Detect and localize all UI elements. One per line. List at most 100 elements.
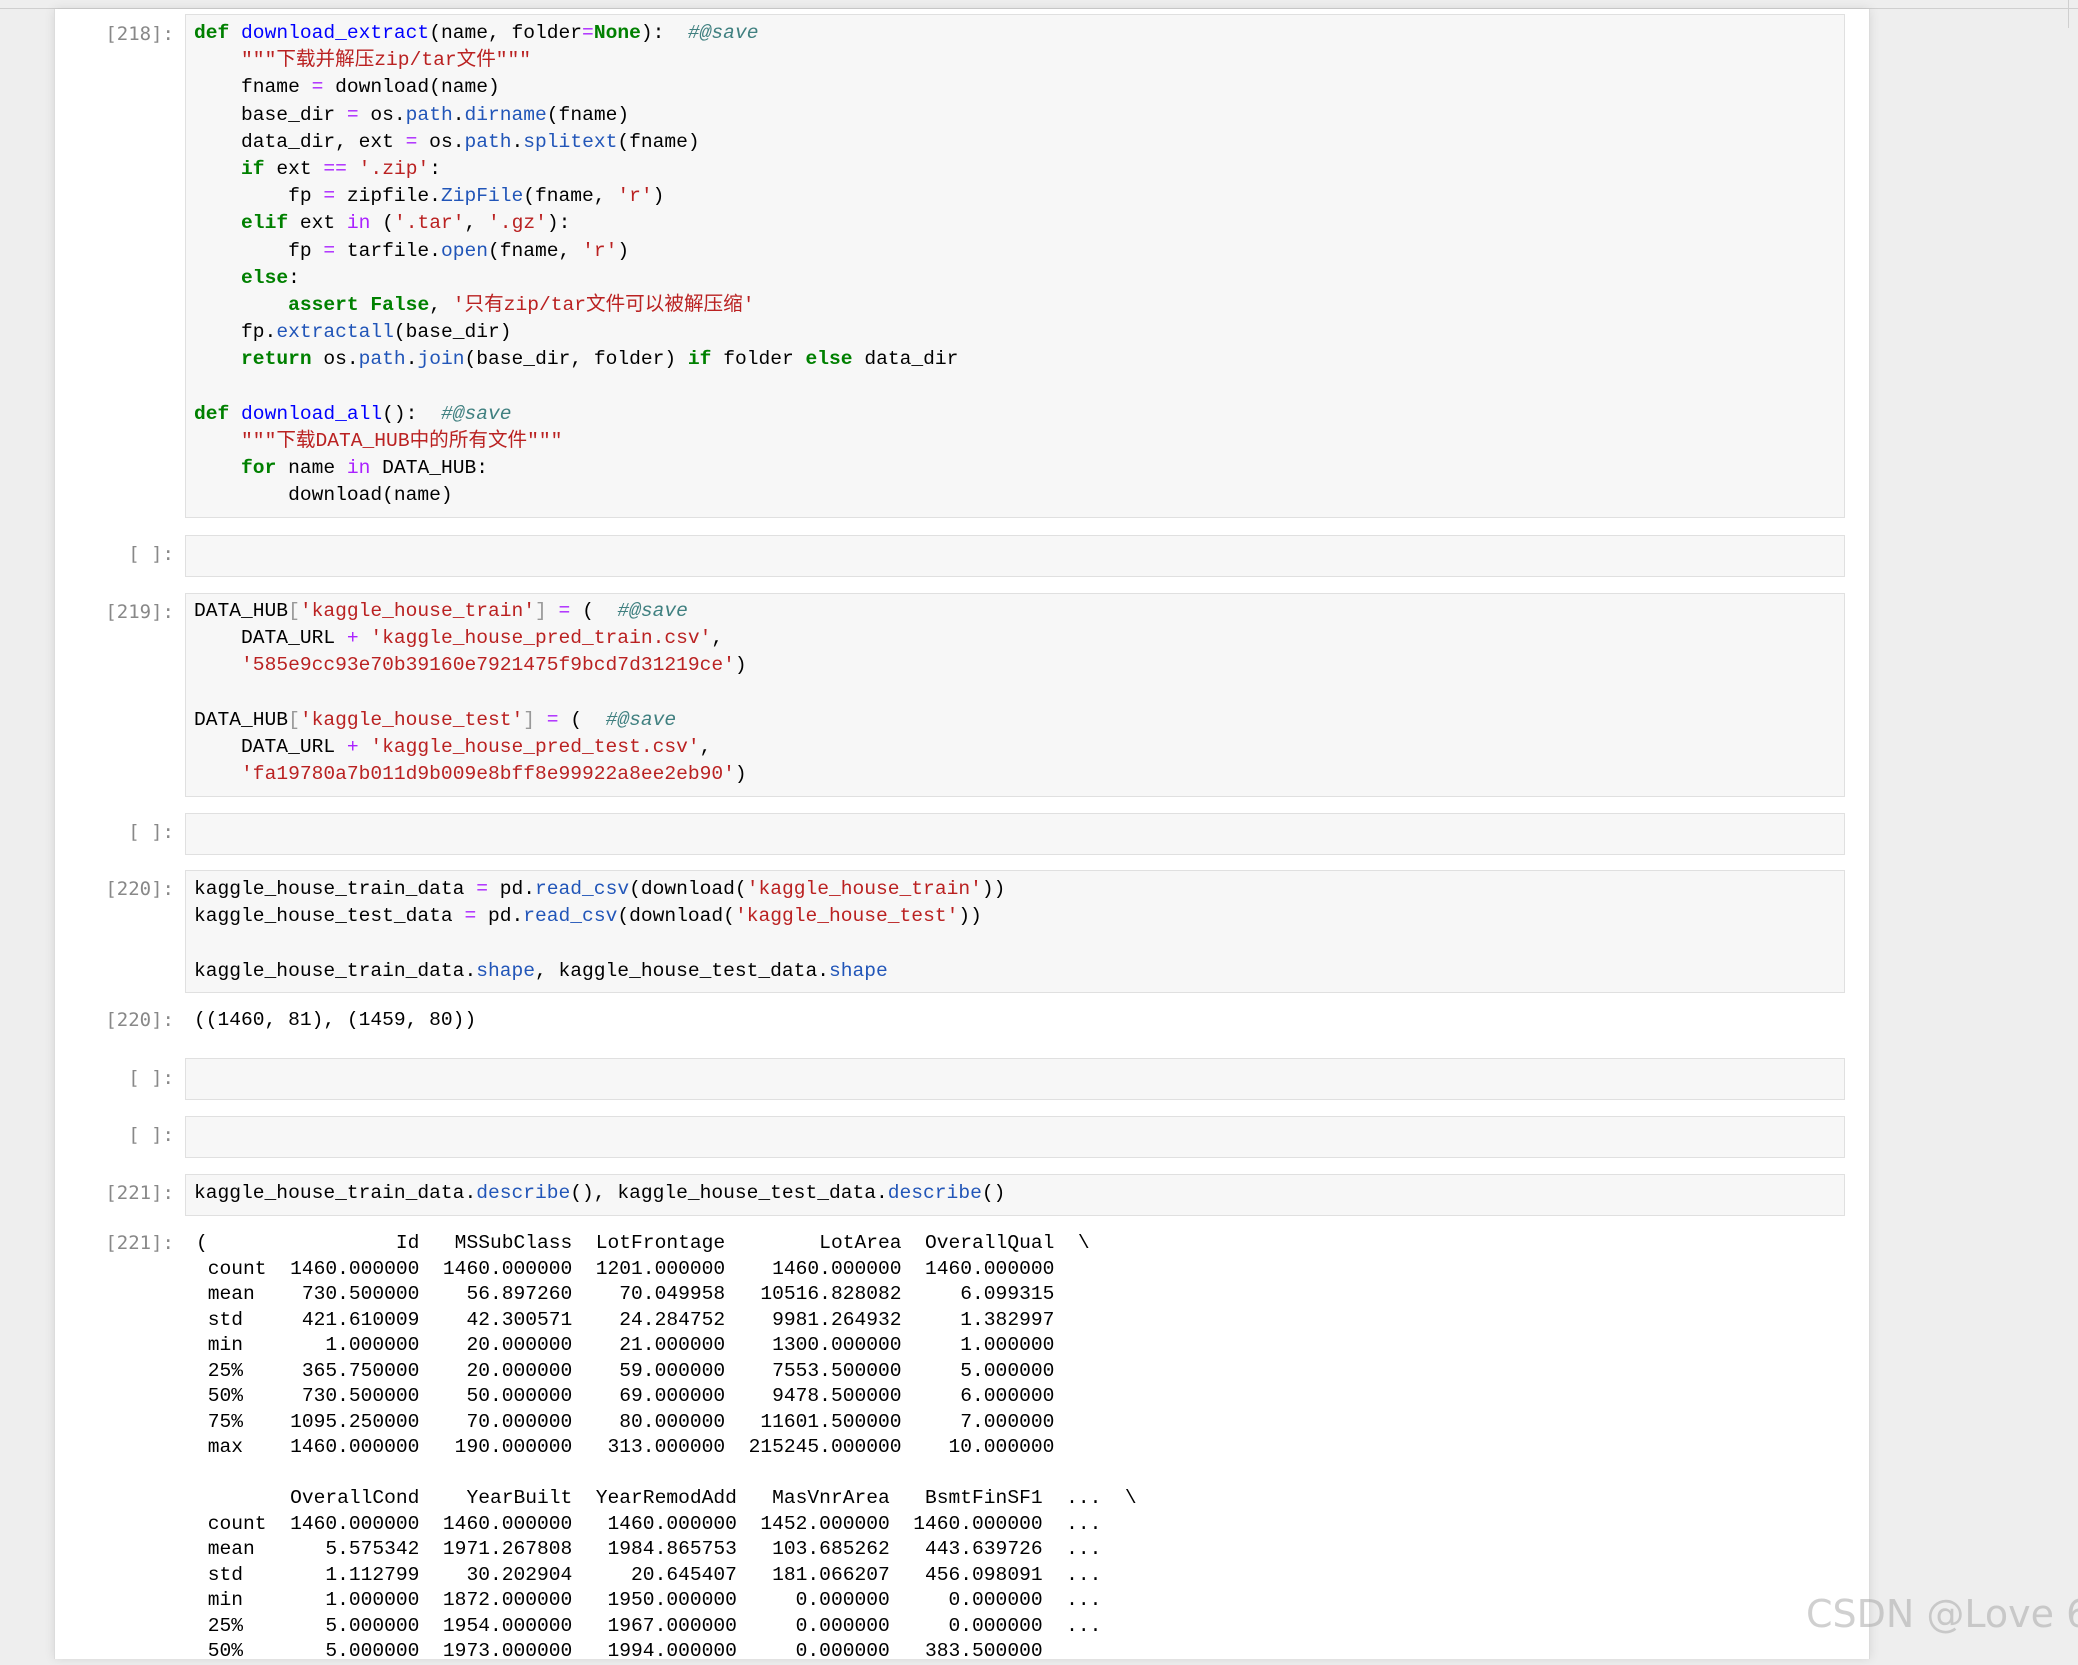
- output-cell-220-text: ((1460, 81), (1459, 80)): [194, 1009, 477, 1031]
- code-token: =: [546, 708, 559, 731]
- code-token: None: [593, 22, 641, 44]
- empty-code-cell-2[interactable]: [185, 813, 1845, 855]
- code-token: shape: [476, 959, 535, 982]
- code-token: False: [370, 294, 430, 317]
- code-token: for: [241, 457, 277, 480]
- code-token: #@save: [440, 402, 512, 425]
- code-token: describe: [476, 1182, 571, 1204]
- code-token: '只有zip/tar文件可以被解压缩': [452, 294, 755, 317]
- code-line: assert False, '只有zip/tar文件可以被解压缩': [288, 294, 755, 317]
- code-cell-218-source[interactable]: def download_extract(name, folder=None):…: [194, 20, 958, 510]
- code-token: '.gz': [488, 212, 547, 235]
- code-token: path: [464, 130, 512, 153]
- code-token: ==: [323, 158, 347, 181]
- watermark: CSDN @Love 6: [1806, 1592, 2078, 1636]
- code-token: [: [288, 600, 300, 622]
- code-token: read_csv: [535, 878, 630, 900]
- code-token: if: [687, 348, 712, 371]
- code-token: download_extract: [241, 22, 430, 44]
- code-token: path: [405, 103, 453, 126]
- code-token: '.zip': [358, 158, 430, 181]
- cell-prompt-218: [218]:: [105, 23, 174, 45]
- output-line: 50% 730.500000 50.000000 69.000000 9478.…: [196, 1385, 1055, 1407]
- output-line: min 1.000000 20.000000 21.000000 1300.00…: [196, 1334, 1055, 1356]
- code-token: ]: [523, 708, 536, 731]
- code-token: in: [346, 212, 371, 235]
- cell-prompt-empty-1: [ ]:: [128, 543, 174, 565]
- code-cell-221-source[interactable]: kaggle_house_train_data.describe(), kagg…: [194, 1180, 1005, 1207]
- code-token: elif: [241, 212, 289, 235]
- code-line: """下载DATA_HUB中的所有文件""": [194, 430, 562, 452]
- code-line: DATA_HUB['kaggle_house_test'] = ( #@save: [194, 708, 677, 731]
- code-line: return os.path.join(base_dir, folder) if…: [241, 348, 959, 371]
- code-line: DATA_URL + 'kaggle_house_pred_train.csv'…: [194, 627, 724, 650]
- code-line: DATA_URL + 'kaggle_house_pred_test.csv',: [194, 736, 712, 759]
- cell-prompt-219: [219]:: [105, 601, 174, 623]
- code-token: def: [194, 22, 230, 44]
- code-token: else: [805, 348, 853, 371]
- code-line: else:: [241, 266, 300, 289]
- code-token: 'kaggle_house_test': [299, 708, 524, 731]
- code-cell-220-source[interactable]: kaggle_house_train_data = pd.read_csv(do…: [194, 876, 1005, 985]
- output-line: ( Id MSSubClass LotFrontage LotArea Over…: [196, 1232, 1090, 1254]
- output-line: max 1460.000000 190.000000 313.000000 21…: [196, 1436, 1055, 1458]
- code-token: 'r': [582, 239, 618, 262]
- code-line: if ext == '.zip':: [241, 158, 441, 181]
- code-token: =: [476, 878, 488, 900]
- code-token: dirname: [464, 103, 547, 126]
- code-token: '585e9cc93e70b39160e7921475f9bcd7d31219c…: [241, 654, 735, 677]
- code-token: """下载并解压zip/tar文件""": [241, 49, 532, 72]
- code-line: def download_all(): #@save: [194, 402, 512, 425]
- code-line: for name in DATA_HUB:: [241, 457, 489, 480]
- code-line: download(name): [194, 484, 453, 507]
- code-token: #@save: [687, 22, 759, 44]
- output-line: count 1460.000000 1460.000000 1201.00000…: [196, 1257, 1055, 1280]
- code-token: 'kaggle_house_train': [299, 600, 536, 622]
- code-token: return: [241, 348, 312, 371]
- code-line: kaggle_house_test_data = pd.read_csv(dow…: [194, 905, 982, 928]
- output-line: 75% 1095.250000 70.000000 80.000000 1160…: [196, 1410, 1055, 1433]
- code-line: kaggle_house_train_data = pd.read_csv(do…: [194, 878, 1006, 900]
- code-token: =: [323, 185, 336, 208]
- output-prompt-220: [220]:: [105, 1009, 174, 1031]
- output-line: std 1.112799 30.202904 20.645407 181.066…: [196, 1563, 1102, 1586]
- code-token: =: [405, 130, 418, 153]
- code-line: elif ext in ('.tar', '.gz'):: [241, 212, 571, 235]
- code-token: assert: [288, 294, 359, 317]
- code-token: path: [358, 348, 406, 371]
- code-token: =: [323, 239, 336, 262]
- cell-prompt-empty-3: [ ]:: [128, 1067, 174, 1089]
- cell-prompt-221: [221]:: [105, 1182, 174, 1204]
- code-token: =: [558, 600, 571, 622]
- output-line: mean 5.575342 1971.267808 1984.865753 10…: [196, 1538, 1102, 1560]
- code-token: 'kaggle_house_pred_train.csv': [370, 627, 712, 650]
- output-line: min 1.000000 1872.000000 1950.000000 0.0…: [196, 1589, 1102, 1611]
- code-token: def: [194, 402, 230, 425]
- code-line: fname = download(name): [194, 76, 500, 99]
- output-line: mean 730.500000 56.897260 70.049958 1051…: [196, 1283, 1055, 1305]
- code-line: """下载并解压zip/tar文件""": [194, 49, 531, 71]
- code-token: describe: [887, 1182, 982, 1204]
- code-line: kaggle_house_train_data.shape, kaggle_ho…: [194, 959, 888, 982]
- code-token: #@save: [605, 708, 677, 731]
- output-line: 25% 365.750000 20.000000 59.000000 7553.…: [196, 1359, 1055, 1382]
- empty-code-cell-1[interactable]: [185, 535, 1845, 577]
- cell-prompt-empty-2: [ ]:: [128, 821, 174, 843]
- code-token: if: [241, 158, 265, 181]
- code-line: '585e9cc93e70b39160e7921475f9bcd7d31219c…: [241, 654, 747, 677]
- code-token: else: [241, 266, 289, 289]
- output-line: 50% 5.000000 1973.000000 1994.000000 0.0…: [196, 1640, 1043, 1662]
- code-line: kaggle_house_train_data.describe(), kagg…: [194, 1182, 1006, 1204]
- code-token: 'kaggle_house_test': [734, 905, 959, 928]
- code-token: '.tar': [393, 212, 465, 235]
- code-cell-219-source[interactable]: DATA_HUB['kaggle_house_train'] = ( #@sav…: [194, 598, 747, 788]
- code-line: fp = zipfile.ZipFile(fname, 'r'): [194, 185, 665, 208]
- code-token: """下载DATA_HUB中的所有文件""": [241, 430, 563, 453]
- code-token: =: [464, 905, 477, 928]
- empty-code-cell-4[interactable]: [185, 1116, 1845, 1158]
- code-token: [: [288, 708, 300, 731]
- code-line: base_dir = os.path.dirname(fname): [194, 103, 630, 126]
- scrollbar-handle[interactable]: [2068, 0, 2078, 28]
- code-token: =: [346, 103, 359, 126]
- empty-code-cell-3[interactable]: [185, 1058, 1845, 1100]
